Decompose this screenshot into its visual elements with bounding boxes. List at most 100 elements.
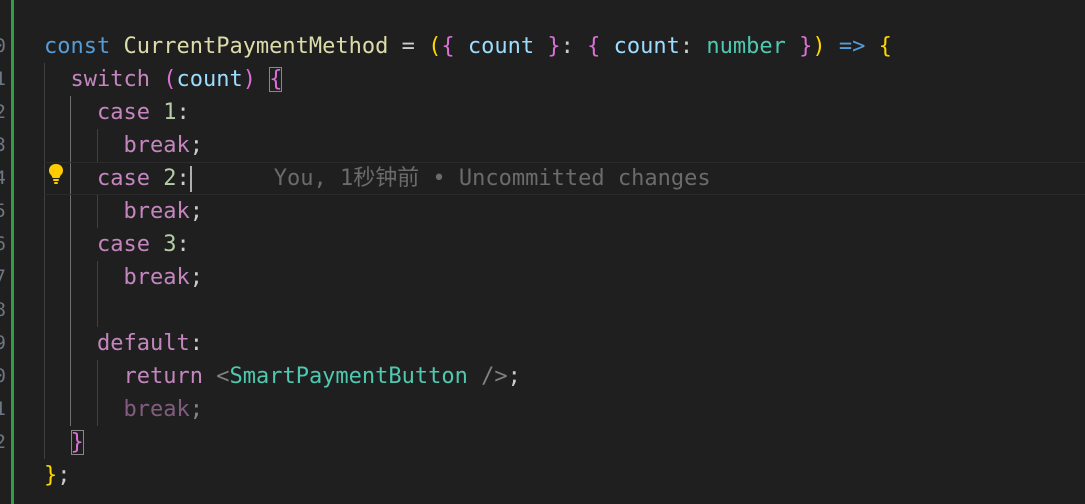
number-literal: 1 [163,100,177,125]
semicolon: ; [189,199,203,224]
semicolon: ; [189,265,203,290]
indent-guide [70,228,71,261]
code-line[interactable]: default: [44,327,1085,360]
code-line[interactable]: break; [44,261,1085,294]
indent-guide [70,294,71,327]
type-name: number [706,34,786,59]
text-cursor [189,166,192,192]
line-number: 1 [0,398,6,420]
keyword: case [96,232,150,257]
jsx-component: SmartPaymentButton [229,364,468,389]
code-line[interactable] [44,294,1085,327]
line-number: 7 [0,266,6,288]
git-blame-annotation: You, 1秒钟前 • Uncommitted changes [273,166,711,191]
colon: : [176,100,190,125]
indent-guide [44,195,45,228]
code-line[interactable]: case 1: [44,96,1085,129]
tag-bracket: /> [467,364,508,389]
indent-guide [97,360,98,393]
code-editor[interactable]: const CurrentPaymentMethod = ({ count }:… [44,30,1085,492]
type-field: count [613,34,680,59]
colon: : [679,34,707,59]
line-number: 5 [0,200,6,222]
keyword-unreachable: break [123,397,190,422]
indent-guide [70,393,71,426]
number-literal: 3 [163,232,177,257]
bracket: } [547,34,561,59]
code-line[interactable]: }; [44,459,1085,492]
keyword: const [44,34,111,59]
semicolon: ; [189,397,203,422]
indent-guide [44,294,45,327]
line-number: 4 [0,167,6,189]
bracket: ) [812,34,826,59]
keyword: break [123,265,190,290]
bracket-match: } [70,430,84,455]
keyword: switch [70,67,150,92]
indent-guide [97,195,98,228]
colon: : [189,331,203,356]
code-line[interactable]: case 3: [44,228,1085,261]
line-number: 3 [0,134,6,156]
parameter: count [467,34,535,59]
indent-guide [44,63,45,96]
indent-guide [44,228,45,261]
line-number: 2 [0,431,6,453]
colon: : [176,166,190,191]
semicolon: ; [57,463,71,488]
indent-guide [44,96,45,129]
line-number: 9 [0,332,6,354]
identifier: count [176,67,243,92]
code-line-current[interactable]: case 2: You, 1秒钟前 • Uncommitted changes [44,162,1085,195]
bracket: { [878,34,892,59]
bracket: { [587,34,601,59]
semicolon: ; [189,133,203,158]
indent-guide [44,360,45,393]
bracket: ( [428,34,442,59]
code-line[interactable]: break; [44,195,1085,228]
code-line[interactable]: } [44,426,1085,459]
component-name: CurrentPaymentMethod [123,34,389,59]
keyword: case [96,100,150,125]
keyword: return [123,364,203,389]
line-number: 0 [0,365,6,387]
bracket: } [44,463,58,488]
bracket: } [799,34,813,59]
bracket: ( [163,67,177,92]
indent-guide [97,294,98,327]
colon: : [560,34,588,59]
line-number: 6 [0,233,6,255]
bracket-match: { [269,67,283,92]
git-added-indicator[interactable] [11,0,14,504]
line-number: 8 [0,299,6,321]
keyword: case [96,166,150,191]
code-line[interactable]: break; [44,129,1085,162]
indent-guide [70,163,71,194]
indent-guide [44,129,45,162]
code-line[interactable]: return <SmartPaymentButton />; [44,360,1085,393]
indent-guide [44,261,45,294]
indent-guide [97,261,98,294]
colon: : [176,232,190,257]
indent-guide [70,327,71,360]
line-number: 2 [0,101,6,123]
indent-guide [70,360,71,393]
indent-guide [97,129,98,162]
code-line[interactable]: break; [44,393,1085,426]
indent-guide [44,163,45,194]
line-number: 0 [0,35,6,57]
keyword: default [96,331,190,356]
number-literal: 2 [163,166,177,191]
operator: = [388,34,429,59]
bracket: { [441,34,455,59]
arrow: => [838,34,866,59]
line-number: 1 [0,68,6,90]
indent-guide [70,129,71,162]
indent-guide [70,195,71,228]
keyword: break [123,133,190,158]
code-line[interactable]: switch (count) { [44,63,1085,96]
keyword: break [123,199,190,224]
bracket: ) [242,67,256,92]
code-line[interactable]: const CurrentPaymentMethod = ({ count }:… [44,30,1085,63]
tag-bracket: < [216,364,230,389]
